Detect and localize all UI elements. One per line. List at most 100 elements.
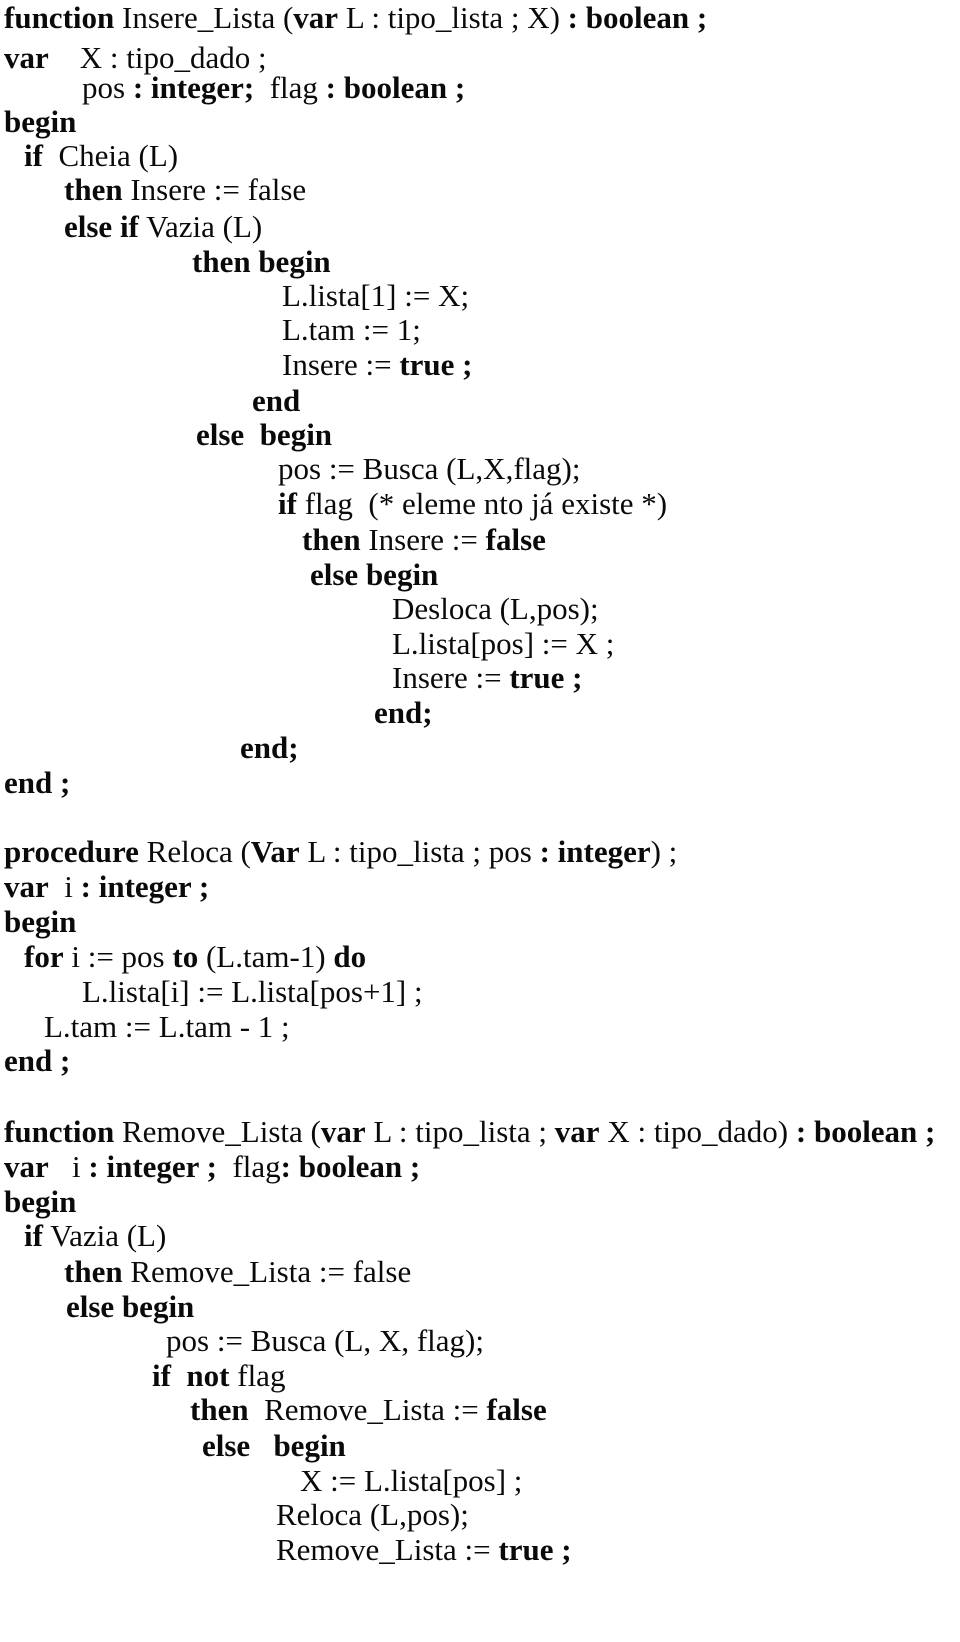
code-keyword: then	[64, 172, 123, 207]
code-keyword: to	[172, 939, 199, 974]
code-line: if Vazia (L)	[24, 1220, 166, 1251]
code-line: end ;	[4, 1045, 70, 1076]
code-keyword: true ;	[498, 1532, 572, 1567]
code-line: pos := Busca (L, X, flag);	[166, 1325, 484, 1356]
code-text: flag	[229, 1358, 286, 1393]
code-keyword: if	[24, 1218, 43, 1253]
code-keyword: else if	[64, 209, 139, 244]
code-line: L.lista[i] := L.lista[pos+1] ;	[82, 976, 423, 1007]
code-text: Remove_Lista :=	[248, 1392, 487, 1427]
code-text: flag	[216, 1149, 281, 1184]
code-line: then Insere := false	[64, 174, 306, 205]
code-keyword: for	[24, 939, 64, 974]
code-keyword: else begin	[310, 557, 439, 592]
code-text: flag (* eleme nto já existe *)	[296, 486, 668, 521]
code-line: Desloca (L,pos);	[392, 593, 599, 624]
code-keyword: : boolean ;	[280, 1149, 421, 1184]
code-text: i	[48, 1149, 89, 1184]
code-line: else if Vazia (L)	[64, 211, 262, 242]
code-keyword: else begin	[66, 1289, 195, 1324]
code-line: Reloca (L,pos);	[276, 1499, 469, 1530]
code-keyword: procedure	[4, 834, 139, 869]
code-line: if flag (* eleme nto já existe *)	[278, 488, 667, 519]
code-keyword: : integer ;	[80, 869, 210, 904]
code-line: then Insere := false	[302, 524, 546, 555]
code-line: end	[252, 385, 300, 416]
code-line: end;	[240, 732, 299, 763]
code-keyword: begin	[4, 904, 77, 939]
code-line: else begin	[66, 1291, 194, 1322]
code-keyword: false	[486, 1392, 547, 1427]
code-line: X := L.lista[pos] ;	[300, 1465, 522, 1496]
code-text: Vazia (L)	[42, 1218, 167, 1253]
code-keyword: : boolean ;	[325, 70, 466, 105]
code-keyword: end;	[374, 695, 433, 730]
code-keyword: : integer;	[132, 70, 255, 105]
code-keyword: false	[485, 522, 546, 557]
code-keyword: then	[190, 1392, 249, 1427]
code-text: Remove_Lista :=	[276, 1532, 499, 1567]
code-line: then Remove_Lista := false	[190, 1394, 547, 1425]
code-keyword: : integer	[539, 834, 651, 869]
code-text: L : tipo_lista ; X)	[338, 0, 560, 35]
code-text: L.lista[pos] := X ;	[392, 626, 615, 661]
code-text: L.tam := 1;	[282, 312, 421, 347]
code-text: Insere :=	[282, 347, 400, 382]
code-text: i := pos	[63, 939, 173, 974]
code-keyword: var	[293, 0, 339, 35]
code-text: ) ;	[650, 834, 678, 869]
code-text: Remove_Lista (	[114, 1114, 321, 1149]
code-keyword: : integer ;	[88, 1149, 217, 1184]
code-text: Insere :=	[392, 660, 510, 695]
code-text: L : tipo_lista ; pos	[299, 834, 540, 869]
code-line: L.tam := L.tam - 1 ;	[44, 1011, 290, 1042]
code-line: then begin	[192, 246, 331, 277]
code-keyword: then	[64, 1254, 123, 1289]
code-text: (L.tam	[198, 939, 290, 974]
code-keyword: Var	[250, 834, 300, 869]
code-text: Reloca (L,pos);	[276, 1497, 469, 1532]
code-line: else begin	[310, 559, 438, 590]
code-text: -	[289, 939, 300, 974]
code-line: L.lista[pos] := X ;	[392, 628, 614, 659]
code-line: if Cheia (L)	[24, 140, 178, 171]
code-keyword: if	[278, 486, 297, 521]
code-line: Insere := true ;	[392, 662, 582, 693]
code-line: for i := pos to (L.tam-1) do	[24, 941, 366, 972]
code-text: pos	[82, 70, 133, 105]
code-keyword: then begin	[192, 244, 331, 279]
code-text: Vazia (L)	[138, 209, 263, 244]
document-page: function Insere_Lista (var L : tipo_list…	[0, 0, 960, 1642]
code-line: end;	[374, 697, 433, 728]
code-keyword: var	[4, 1149, 49, 1184]
code-text: Insere :=	[360, 522, 486, 557]
code-keyword: else begin	[196, 417, 333, 452]
code-line: else begin	[202, 1430, 346, 1461]
code-keyword: : boolean ;	[559, 0, 708, 35]
code-keyword: if not	[152, 1358, 230, 1393]
code-line: var X : tipo_dado ;	[4, 42, 267, 73]
code-keyword: end;	[240, 730, 299, 765]
code-text: pos := Busca (L,X,flag);	[278, 451, 581, 486]
code-keyword: end ;	[4, 1043, 71, 1078]
code-line: Remove_Lista := true ;	[276, 1534, 572, 1565]
code-line: pos : integer; flag : boolean ;	[82, 72, 465, 103]
code-line: pos := Busca (L,X,flag);	[278, 453, 580, 484]
code-keyword: else begin	[202, 1428, 346, 1463]
code-line: function Remove_Lista (var L : tipo_list…	[4, 1116, 935, 1147]
code-text: Remove_Lista := false	[122, 1254, 412, 1289]
code-line: then Remove_Lista := false	[64, 1256, 411, 1287]
code-line: function Insere_Lista (var L : tipo_list…	[4, 2, 707, 33]
code-keyword: if	[24, 138, 43, 173]
code-keyword: then	[302, 522, 361, 557]
code-keyword: begin	[4, 104, 77, 139]
code-line: var i : integer ;	[4, 871, 209, 902]
code-line: if not flag	[152, 1360, 285, 1391]
code-line: begin	[4, 1186, 76, 1217]
code-text: Cheia (L)	[42, 138, 179, 173]
code-line: begin	[4, 906, 76, 937]
code-text: L.tam := L.tam - 1 ;	[44, 1009, 290, 1044]
code-keyword: true ;	[399, 347, 473, 382]
code-text: Insere := false	[122, 172, 307, 207]
code-keyword: end	[252, 383, 301, 418]
